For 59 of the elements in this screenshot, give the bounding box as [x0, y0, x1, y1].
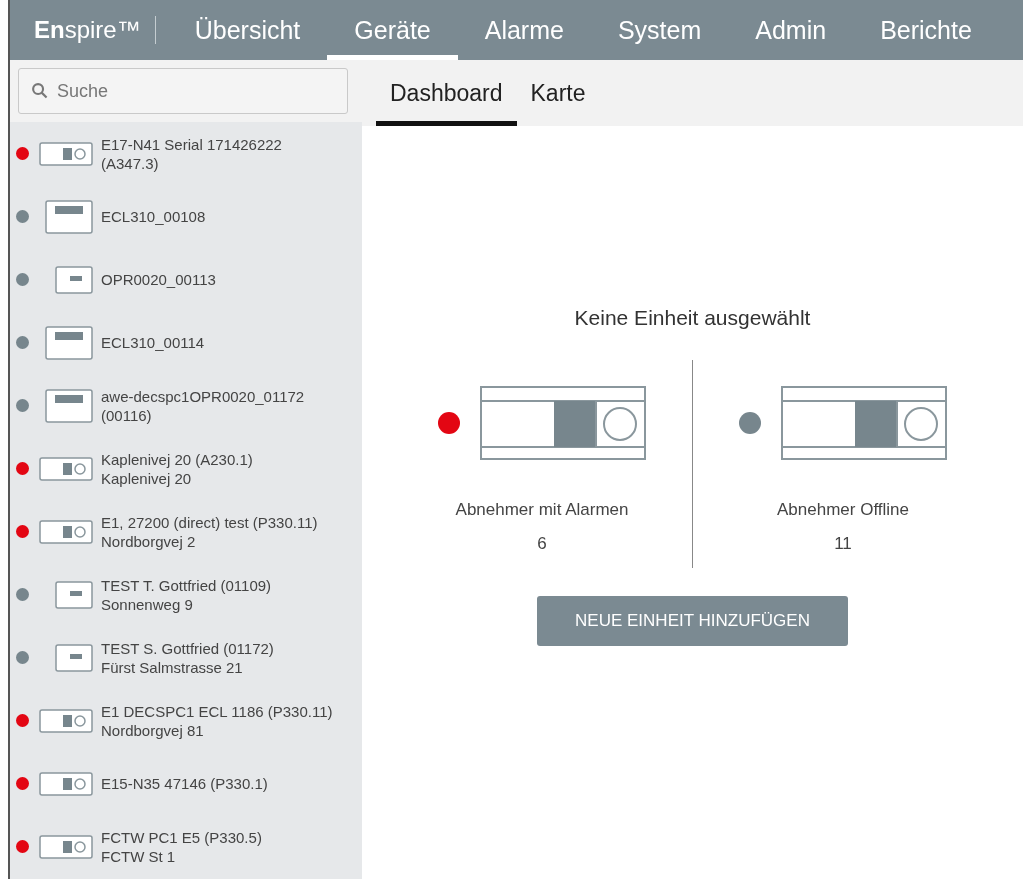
- heading: Keine Einheit ausgewählt: [574, 306, 811, 330]
- controller-icon: [39, 519, 93, 544]
- controller-icon: [39, 456, 93, 481]
- device-item[interactable]: Kaplenivej 20 (A230.1) Kaplenivej 20: [10, 437, 362, 500]
- device-name: OPR0020_00113: [101, 270, 216, 289]
- display-icon: [45, 388, 93, 423]
- display-icon: [55, 580, 93, 609]
- device-address: Nordborgvej 2: [101, 531, 197, 551]
- device-name: E15-N35 47146 (P330.1): [101, 774, 268, 793]
- device-name: Kaplenivej 20 (A230.1): [101, 449, 253, 469]
- device-item[interactable]: ECL310_00108: [10, 185, 362, 248]
- logo: Enspire™: [10, 16, 156, 44]
- device-name: awe-decspc1OPR0020_01172 (00116): [101, 386, 306, 425]
- device-item[interactable]: OPR0020_00113: [10, 248, 362, 311]
- nav-tab[interactable]: Übersicht: [167, 0, 328, 60]
- card-label: Abnehmer mit Alarmen: [455, 500, 629, 520]
- device-address: Fürst Salmstrasse 21: [101, 657, 244, 677]
- device-address: FCTW St 1: [101, 846, 177, 866]
- device-name: ECL310_00114: [101, 333, 205, 352]
- display-icon: [45, 325, 93, 360]
- sub-tab[interactable]: Karte: [516, 60, 600, 126]
- display-icon: [55, 265, 93, 294]
- device-item[interactable]: E1 DECSPC1 ECL 1186 (P330.11) Nordborgvej 81: [10, 689, 362, 752]
- device-item[interactable]: E1, 27200 (direct) test (P330.11) Nordborgvej 2: [10, 500, 362, 563]
- nav-tab[interactable]: System: [590, 0, 729, 60]
- device-name: ECL310_00108: [101, 207, 206, 226]
- device-item[interactable]: TEST T. Gottfried (01109) Sonnenweg 9: [10, 563, 362, 626]
- nav-tab[interactable]: Berichte: [853, 0, 999, 60]
- device-item[interactable]: ECL310_00114: [10, 311, 362, 374]
- device-name: TEST T. Gottfried (01109): [101, 575, 272, 595]
- controller-icon: [781, 386, 947, 460]
- device-item[interactable]: awe-decspc1OPR0020_01172 (00116): [10, 374, 362, 437]
- display-icon: [45, 199, 93, 234]
- device-item[interactable]: E17-N41 Serial 171426222 (A347.3): [10, 122, 362, 185]
- controller-icon: [480, 386, 646, 460]
- device-item[interactable]: FCTW PC1 E5 (P330.5) FCTW St 1: [10, 815, 362, 878]
- controller-icon: [39, 771, 93, 796]
- device-name: TEST S. Gottfried (01172): [101, 638, 274, 658]
- controller-icon: [39, 708, 93, 733]
- card-label: Abnehmer Offline: [777, 500, 909, 520]
- device-name: E17-N41 Serial 171426222 (A347.3): [101, 134, 283, 173]
- device-name: E1 DECSPC1 ECL 1186 (P330.11): [101, 701, 333, 721]
- controller-icon: [39, 834, 93, 859]
- device-address: Sonnenweg 9: [101, 594, 194, 614]
- device-name: FCTW PC1 E5 (P330.5): [101, 827, 262, 847]
- device-item[interactable]: TEST S. Gottfried (01172) Fürst Salmstrasse 21: [10, 626, 362, 689]
- display-icon: [55, 643, 93, 672]
- controller-icon: [39, 141, 93, 166]
- sub-tab[interactable]: Dashboard: [376, 60, 517, 126]
- device-address: Nordborgvej 81: [101, 720, 205, 740]
- card-count: 6: [537, 534, 547, 554]
- card-count: 11: [834, 534, 852, 554]
- device-name: E1, 27200 (direct) test (P330.11): [101, 512, 318, 532]
- nav-tab[interactable]: Admin: [728, 0, 854, 60]
- add-unit-button[interactable]: NEUE EINHEIT HINZUFÜGEN: [537, 596, 848, 646]
- device-item[interactable]: E15-N35 47146 (P330.1): [10, 752, 362, 815]
- device-address: Kaplenivej 20: [101, 468, 193, 488]
- search-field[interactable]: Suche: [18, 68, 348, 114]
- nav-tab[interactable]: Alarme: [457, 0, 591, 60]
